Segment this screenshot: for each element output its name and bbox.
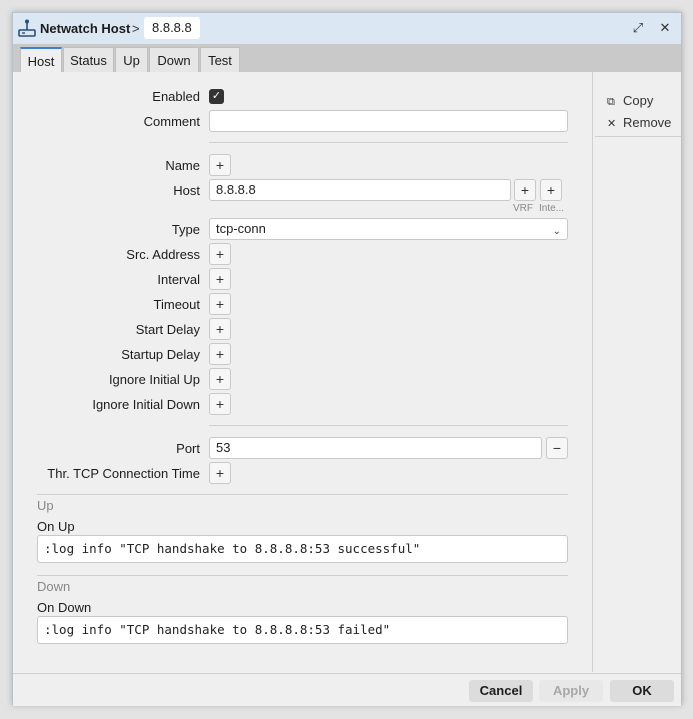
tab-up[interactable]: Up — [115, 47, 148, 72]
tab-test[interactable]: Test — [200, 47, 240, 72]
apply-button[interactable]: Apply — [539, 680, 603, 702]
ignore-initial-up-add-button[interactable]: + — [209, 368, 231, 390]
vrf-label: VRF — [513, 203, 533, 214]
chevron-down-icon: ⌄ — [552, 226, 561, 237]
interface-label: Inte... — [539, 203, 565, 214]
tab-host[interactable]: Host — [20, 47, 62, 72]
comment-input[interactable] — [209, 110, 568, 132]
ignore-initial-down-add-button[interactable]: + — [209, 393, 231, 415]
host-input[interactable]: 8.8.8.8 — [209, 179, 511, 201]
close-icon[interactable]: ✕ — [657, 20, 673, 36]
host-label: Host — [173, 183, 200, 198]
remove-button[interactable]: ✕ Remove — [607, 114, 671, 132]
port-remove-button[interactable]: − — [546, 437, 568, 459]
thr-tcp-connection-time-add-button[interactable]: + — [209, 462, 231, 484]
copy-icon: ⧉ — [607, 96, 615, 108]
vrf-add-button[interactable]: + — [514, 179, 536, 201]
startup-delay-label: Startup Delay — [121, 347, 200, 362]
src-address-label: Src. Address — [126, 247, 200, 262]
on-up-script-input[interactable]: :log info "TCP handshake to 8.8.8.8:53 s… — [37, 535, 568, 563]
copy-button[interactable]: ⧉ Copy — [607, 92, 653, 110]
name-label: Name — [165, 158, 200, 173]
ignore-initial-up-label: Ignore Initial Up — [108, 372, 200, 387]
netwatch-app-icon — [18, 19, 36, 37]
up-section-title: Up — [37, 498, 54, 513]
interval-label: Interval — [157, 272, 200, 287]
ignore-initial-down-label: Ignore Initial Down — [92, 397, 200, 412]
copy-label: Copy — [623, 93, 654, 108]
type-label: Type — [171, 222, 200, 237]
window-title: Netwatch Host — [40, 21, 131, 36]
name-add-button[interactable]: + — [209, 154, 231, 176]
up-section-divider — [37, 494, 568, 495]
comment-label: Comment — [143, 114, 200, 129]
interval-add-button[interactable]: + — [209, 268, 231, 290]
dialog-footer: Cancel Apply OK — [13, 673, 681, 706]
action-sidebar: ⧉ Copy ✕ Remove — [592, 72, 682, 672]
type-select[interactable]: tcp-conn ⌄ — [209, 218, 568, 240]
port-input[interactable]: 53 — [209, 437, 542, 459]
remove-label: Remove — [623, 115, 672, 130]
interface-add-button[interactable]: + — [540, 179, 562, 201]
start-delay-label: Start Delay — [135, 322, 200, 337]
divider — [209, 425, 568, 426]
host-badge: 8.8.8.8 — [144, 17, 200, 39]
divider — [209, 142, 568, 143]
enabled-label: Enabled — [152, 89, 200, 104]
down-section-divider — [37, 575, 568, 576]
remove-icon: ✕ — [607, 118, 617, 130]
down-section-title: Down — [37, 579, 71, 594]
tab-down[interactable]: Down — [149, 47, 199, 72]
type-value: tcp-conn — [216, 221, 266, 236]
netwatch-host-window: Netwatch Host > 8.8.8.8 ⤢ ✕ Host Status … — [12, 12, 682, 706]
breadcrumb-separator: > — [132, 21, 140, 36]
startup-delay-add-button[interactable]: + — [209, 343, 231, 365]
ok-button[interactable]: OK — [610, 680, 674, 702]
port-label: Port — [176, 441, 200, 456]
tab-status[interactable]: Status — [63, 47, 114, 72]
cancel-button[interactable]: Cancel — [469, 680, 533, 702]
on-down-script-input[interactable]: :log info "TCP handshake to 8.8.8.8:53 f… — [37, 616, 568, 644]
src-address-add-button[interactable]: + — [209, 243, 231, 265]
sidebar-divider — [595, 136, 681, 137]
timeout-label: Timeout — [153, 297, 200, 312]
tab-bar: Host Status Up Down Test — [13, 44, 681, 72]
start-delay-add-button[interactable]: + — [209, 318, 231, 340]
thr-tcp-connection-time-label: Thr. TCP Connection Time — [47, 466, 200, 481]
title-bar: Netwatch Host > 8.8.8.8 ⤢ ✕ — [13, 13, 681, 44]
restore-icon[interactable]: ⤢ — [630, 20, 646, 36]
timeout-add-button[interactable]: + — [209, 293, 231, 315]
enabled-checkbox[interactable]: ✓ — [209, 89, 224, 104]
on-up-label: On Up — [37, 519, 75, 534]
on-down-label: On Down — [37, 600, 92, 615]
